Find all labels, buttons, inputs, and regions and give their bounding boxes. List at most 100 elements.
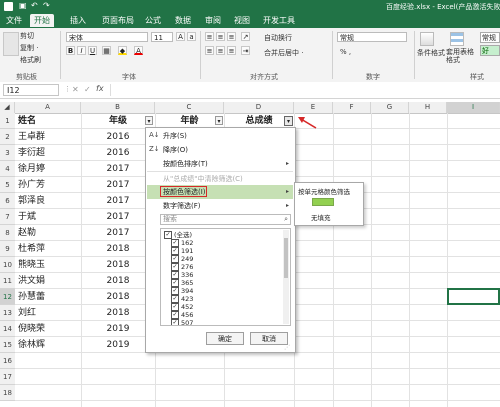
checkbox-checked-icon[interactable]: ✓ [171, 255, 179, 263]
tab-page-layout[interactable]: 页面布局 [98, 14, 138, 27]
row-header[interactable]: 6 [0, 193, 15, 209]
column-header-d[interactable]: D [224, 102, 294, 113]
select-all-corner[interactable]: ◢ [0, 102, 15, 113]
percent-comma-buttons[interactable]: % , [340, 48, 351, 56]
year-cell[interactable]: 2018 [81, 289, 155, 305]
year-cell[interactable]: 2019 [81, 337, 155, 353]
row-header[interactable]: 12 [0, 289, 15, 305]
decrease-font-icon[interactable]: a [187, 32, 196, 41]
name-cell[interactable]: 孙慧蕾 [18, 289, 80, 305]
list-scrollbar[interactable] [283, 230, 289, 324]
row-header[interactable]: 14 [0, 321, 15, 337]
enter-formula-icon[interactable]: ✓ [84, 85, 91, 94]
indent-icon[interactable]: ⇥ [241, 46, 250, 55]
format-table-icon[interactable] [450, 32, 464, 46]
checkbox-checked-icon[interactable]: ✓ [171, 239, 179, 247]
name-cell[interactable]: 孙广芳 [18, 177, 80, 193]
row-header[interactable]: 13 [0, 305, 15, 321]
menu-item-sort-by-color[interactable]: 按颜色排序(T) [147, 158, 293, 170]
header-cell-year[interactable]: 年级 [81, 113, 155, 129]
filter-dropdown-icon[interactable]: ▾ [145, 116, 153, 125]
row-header[interactable]: 8 [0, 225, 15, 241]
save-icon[interactable]: ▣ [19, 1, 27, 10]
row-header[interactable]: 9 [0, 241, 15, 257]
selected-cell[interactable] [447, 288, 500, 305]
border-icon[interactable]: ▦ [102, 46, 111, 55]
name-cell[interactable]: 洪文娟 [18, 273, 80, 289]
row-header[interactable]: 4 [0, 161, 15, 177]
year-cell[interactable]: 2017 [81, 209, 155, 225]
year-cell[interactable]: 2018 [81, 257, 155, 273]
no-fill-option[interactable]: 无填充 [311, 212, 331, 222]
column-header-h[interactable]: H [409, 102, 447, 113]
align-top-icon[interactable]: ≡ [205, 32, 214, 41]
bold-icon[interactable]: B [66, 46, 75, 55]
conditional-format-button[interactable]: 条件格式 [417, 48, 445, 58]
undo-icon[interactable]: ↶ [31, 1, 38, 10]
checkbox-checked-icon[interactable]: ✓ [171, 263, 179, 271]
year-cell[interactable]: 2018 [81, 305, 155, 321]
row-header[interactable]: 3 [0, 145, 15, 161]
style-normal[interactable]: 常规 [480, 32, 500, 43]
merge-center-button[interactable]: 合并后居中 · [264, 48, 303, 58]
fill-color-icon[interactable]: ◆ [118, 46, 127, 55]
copy-button[interactable]: 复制 · [20, 43, 38, 53]
checkbox-checked-icon[interactable]: ✓ [171, 247, 179, 255]
name-cell[interactable]: 徐月婷 [18, 161, 80, 177]
name-cell[interactable]: 倪晓荣 [18, 321, 80, 337]
scrollbar-thumb[interactable] [284, 238, 288, 278]
name-cell[interactable]: 徐林辉 [18, 337, 80, 353]
search-input[interactable]: 搜索 ⌕ [160, 214, 291, 225]
column-header-b[interactable]: B [81, 102, 155, 113]
name-cell[interactable]: 熊晓玉 [18, 257, 80, 273]
style-good[interactable]: 好 [480, 45, 500, 56]
row-header[interactable]: 1 [0, 113, 15, 129]
name-cell[interactable]: 赵勒 [18, 225, 80, 241]
tab-home[interactable]: 开始 [30, 14, 54, 27]
conditional-format-icon[interactable] [420, 32, 434, 46]
row-header[interactable]: 17 [0, 369, 15, 385]
tab-formulas[interactable]: 公式 [141, 14, 165, 27]
fx-icon[interactable]: fx [96, 84, 104, 93]
name-box[interactable]: I12 [3, 84, 59, 96]
column-header-i[interactable]: I [447, 102, 500, 113]
cut-button[interactable]: 剪切 [20, 31, 34, 41]
align-left-icon[interactable]: ≡ [205, 46, 214, 55]
menu-item-number-filters[interactable]: 数字筛选(F) [147, 200, 293, 212]
format-table-button[interactable]: 套用表格格式 [446, 48, 474, 64]
tab-data[interactable]: 数据 [171, 14, 195, 27]
checkbox-checked-icon[interactable]: ✓ [171, 319, 179, 325]
increase-font-icon[interactable]: A [176, 32, 185, 41]
name-cell[interactable]: 郭泽良 [18, 193, 80, 209]
header-cell-name[interactable]: 姓名 [18, 113, 80, 129]
checkbox-checked-icon[interactable]: ✓ [171, 295, 179, 303]
checkbox-checked-icon[interactable]: ✓ [171, 271, 179, 279]
row-header[interactable]: 10 [0, 257, 15, 273]
cancel-formula-icon[interactable]: ✕ [72, 85, 79, 94]
column-header-g[interactable]: G [371, 102, 409, 113]
tab-insert[interactable]: 插入 [66, 14, 90, 27]
font-size-select[interactable]: 11 [151, 32, 173, 42]
name-cell[interactable]: 王卓群 [18, 129, 80, 145]
name-cell[interactable]: 杜希萍 [18, 241, 80, 257]
wrap-text-button[interactable]: 自动换行 [264, 33, 292, 43]
orientation-icon[interactable]: ↗ [241, 32, 250, 41]
menu-item-sort-desc[interactable]: 降序(O) [147, 144, 293, 156]
cancel-button[interactable]: 取消 [250, 332, 288, 345]
year-cell[interactable]: 2016 [81, 129, 155, 145]
tab-developer[interactable]: 开发工具 [259, 14, 299, 27]
align-center-icon[interactable]: ≡ [216, 46, 225, 55]
resize-grip-icon[interactable]: ⋰ [284, 344, 290, 351]
list-item[interactable]: ✓ 507 [171, 319, 193, 325]
checkbox-checked-icon[interactable]: ✓ [171, 311, 179, 319]
tab-view[interactable]: 视图 [230, 14, 254, 27]
year-cell[interactable]: 2017 [81, 177, 155, 193]
paste-icon[interactable] [3, 32, 19, 56]
align-middle-icon[interactable]: ≡ [216, 32, 225, 41]
row-header[interactable]: 15 [0, 337, 15, 353]
filter-dropdown-icon[interactable]: ▾ [215, 116, 223, 125]
row-header[interactable]: 16 [0, 353, 15, 369]
font-color-icon[interactable]: A [134, 46, 143, 55]
italic-icon[interactable]: I [77, 46, 86, 55]
year-cell[interactable]: 2019 [81, 321, 155, 337]
